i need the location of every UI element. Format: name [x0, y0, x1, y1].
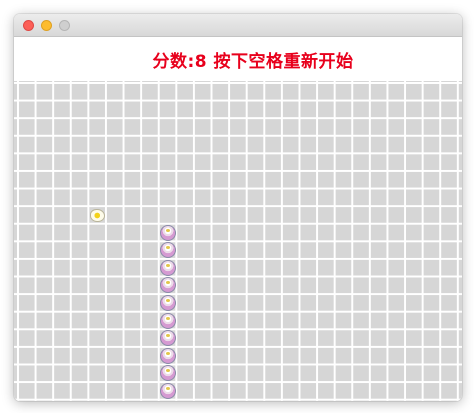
snake-segment	[159, 347, 176, 364]
snake-segment	[159, 295, 176, 311]
snake-segment	[159, 330, 176, 347]
status-header: 分数:8 按下空格重新开始	[14, 37, 462, 81]
snake-head	[159, 224, 176, 241]
snake-segment	[159, 277, 176, 294]
minimize-button[interactable]	[41, 20, 52, 31]
snake-segment	[159, 259, 176, 276]
zoom-button[interactable]	[59, 20, 70, 31]
title-bar	[14, 14, 462, 37]
game-window: 分数:8 按下空格重新开始	[14, 14, 462, 401]
close-button[interactable]	[23, 20, 34, 31]
game-board[interactable]	[14, 81, 462, 401]
food-egg-icon	[89, 208, 105, 222]
snake-segment	[159, 365, 176, 382]
snake-segment	[159, 383, 176, 399]
snake-segment	[159, 242, 176, 259]
score-status-text: 分数:8 按下空格重新开始	[152, 51, 354, 72]
snake-segment	[159, 312, 176, 329]
